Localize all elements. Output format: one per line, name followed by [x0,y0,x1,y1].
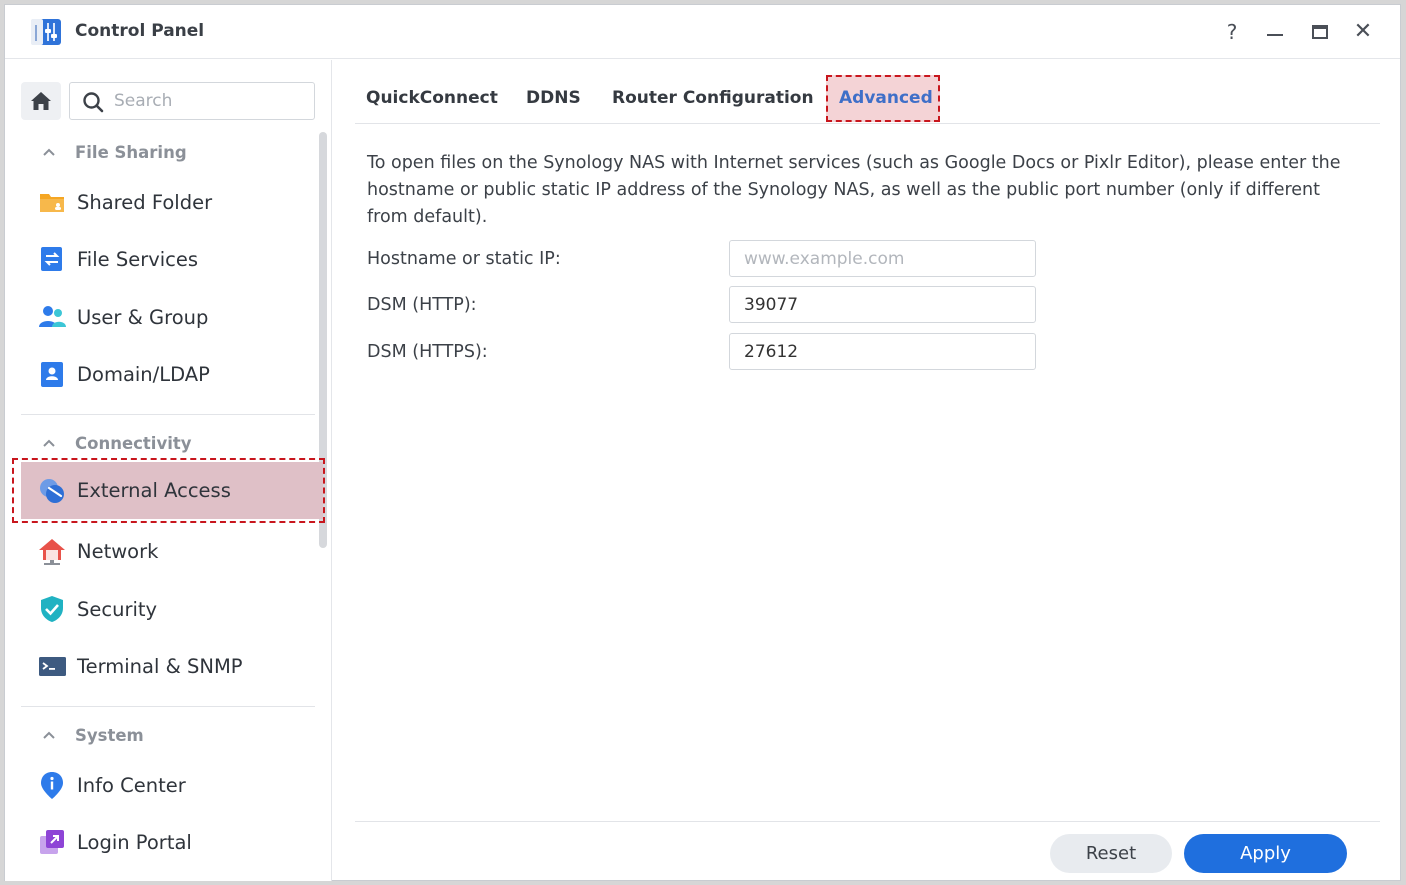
tab-ddns[interactable]: DDNS [526,88,581,108]
section-label: Connectivity [75,433,192,453]
sidebar-item-label: User & Group [77,305,209,329]
maximize-icon [1312,25,1328,39]
shared-folder-icon [40,194,64,212]
control-panel-app-icon [31,19,61,45]
window-title: Control Panel [75,21,205,41]
form-row-hostname: Hostname or static IP: [367,240,1047,278]
terminal-icon [39,657,66,676]
search-icon [83,92,104,113]
section-divider [21,706,315,707]
form-row-dsm-https: DSM (HTTPS): [367,333,1047,371]
hostname-input[interactable] [729,240,1036,277]
network-icon [39,539,65,565]
info-center-icon [41,772,63,799]
dsm-http-input[interactable] [729,286,1036,323]
main-panel: QuickConnect DDNS Router Configuration A… [333,60,1401,881]
tab-bar: QuickConnect DDNS Router Configuration A… [355,72,1380,124]
security-shield-icon [41,596,63,622]
external-access-icon [40,478,64,503]
sidebar-item-network[interactable]: Network [21,526,323,576]
section-header-file-sharing[interactable]: File Sharing [41,140,187,164]
login-portal-icon [40,830,64,854]
section-label: File Sharing [75,142,187,162]
sidebar: File Sharing Shared Folder File Services [5,60,332,881]
help-button[interactable]: ? [1217,17,1247,47]
reset-button[interactable]: Reset [1050,834,1172,873]
section-divider [21,414,315,415]
sidebar-item-label: Terminal & SNMP [77,654,243,678]
sidebar-item-label: Info Center [77,773,186,797]
section-header-system[interactable]: System [41,723,144,747]
sidebar-item-shared-folder[interactable]: Shared Folder [21,177,323,227]
minimize-icon [1267,34,1283,36]
sidebar-item-domain-ldap[interactable]: Domain/LDAP [21,349,323,399]
search-box[interactable] [69,82,315,120]
sidebar-item-info-center[interactable]: Info Center [21,760,323,810]
search-input[interactable] [114,89,304,113]
sidebar-item-label: Domain/LDAP [77,362,210,386]
chevron-up-icon [43,439,55,447]
minimize-button[interactable] [1260,17,1290,47]
domain-ldap-icon [41,362,63,387]
user-group-icon [39,306,66,327]
sidebar-item-label: File Services [77,247,199,271]
sidebar-item-security[interactable]: Security [21,584,323,634]
sidebar-item-terminal-snmp[interactable]: Terminal & SNMP [21,641,323,691]
hostname-label: Hostname or static IP: [367,249,561,269]
section-label: System [75,725,144,745]
apply-button[interactable]: Apply [1184,834,1347,873]
tab-quickconnect[interactable]: QuickConnect [366,88,498,108]
chevron-up-icon [43,731,55,739]
file-services-icon [41,247,62,271]
sidebar-item-user-group[interactable]: User & Group [21,292,323,342]
sidebar-item-label: Shared Folder [77,190,213,214]
sidebar-item-label: Login Portal [77,830,192,854]
chevron-up-icon [43,148,55,156]
maximize-button[interactable] [1305,17,1335,47]
control-panel-window: Control Panel ? ✕ File Sharing [4,4,1401,881]
sidebar-item-login-portal[interactable]: Login Portal [21,817,323,867]
description-text: To open files on the Synology NAS with I… [367,153,1341,227]
section-header-connectivity[interactable]: Connectivity [41,431,192,455]
sidebar-item-label: Network [77,539,159,563]
footer-divider [355,821,1380,822]
title-bar: Control Panel ? ✕ [5,5,1400,59]
form-row-dsm-http: DSM (HTTP): [367,286,1047,324]
dsm-https-input[interactable] [729,333,1036,370]
tab-advanced[interactable]: Advanced [839,88,933,108]
home-icon [31,92,51,110]
dsm-http-label: DSM (HTTP): [367,295,477,315]
dsm-https-label: DSM (HTTPS): [367,342,488,362]
close-button[interactable]: ✕ [1348,17,1378,47]
sidebar-item-file-services[interactable]: File Services [21,234,323,284]
sidebar-item-label: External Access [77,479,231,502]
home-button[interactable] [21,82,61,120]
sidebar-item-external-access[interactable]: External Access [21,462,323,519]
sidebar-item-label: Security [77,597,158,621]
tab-router-configuration[interactable]: Router Configuration [612,88,814,108]
